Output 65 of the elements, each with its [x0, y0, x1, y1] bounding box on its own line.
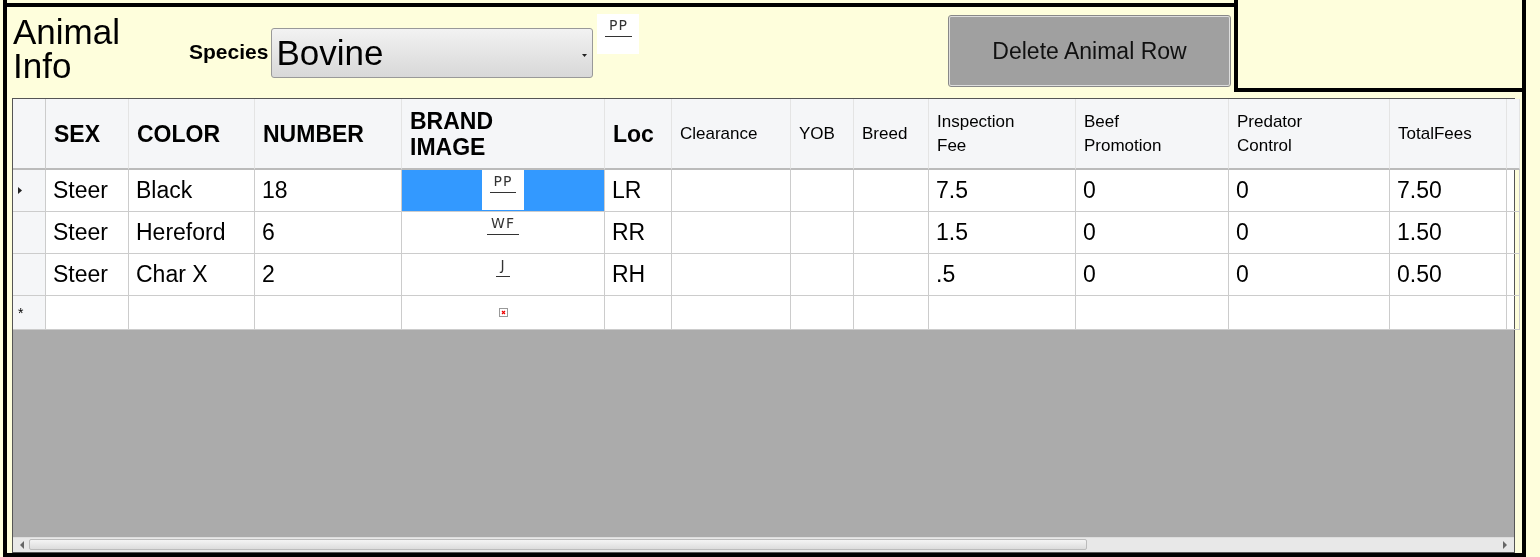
column-header[interactable]: Clearance — [672, 99, 791, 170]
table-cell: Steer — [46, 254, 129, 296]
column-header[interactable]: Beef Promotion — [1076, 99, 1229, 170]
table-cell — [791, 254, 854, 296]
table-cell — [1507, 296, 1520, 330]
table-cell: 6 — [255, 212, 402, 254]
column-header[interactable]: SEX — [46, 99, 129, 170]
column-header[interactable]: COLOR — [129, 99, 255, 170]
table-cell: Black — [129, 170, 255, 212]
panel-title: Animal Info — [13, 15, 121, 83]
row-header[interactable]: * — [13, 296, 46, 330]
scroll-right-icon[interactable] — [1502, 541, 1508, 549]
brand-image: PP — [489, 173, 517, 193]
row-pointer-icon — [18, 187, 22, 194]
new-row-marker: * — [18, 305, 24, 320]
scroll-left-icon[interactable] — [19, 541, 25, 549]
table-cell: .5 — [929, 254, 1076, 296]
table-cell: LR — [605, 170, 672, 212]
row-header[interactable] — [13, 254, 46, 296]
column-header[interactable]: YOB — [791, 99, 854, 170]
row-header[interactable] — [13, 170, 46, 212]
table-cell: 0 — [1229, 254, 1390, 296]
species-dropdown[interactable]: Bovine — [271, 28, 594, 78]
column-header[interactable]: BRAND IMAGE — [402, 99, 605, 170]
column-header[interactable]: TotalFees — [1390, 99, 1507, 170]
delete-row-button[interactable]: Delete Animal Row — [949, 16, 1230, 86]
table-cell: 0.50 — [1390, 254, 1507, 296]
table-cell: Hereford — [129, 212, 255, 254]
species-label: Species — [189, 40, 269, 64]
table-cell — [1507, 254, 1520, 296]
brand-image: J — [496, 257, 510, 277]
table-cell — [791, 170, 854, 212]
table-cell: Char X — [129, 254, 255, 296]
column-header[interactable]: Inspection Fee — [929, 99, 1076, 170]
selected-cell[interactable]: PP — [402, 170, 605, 212]
caret-icon — [582, 53, 588, 57]
table-cell: 0 — [1229, 212, 1390, 254]
table-cell: Steer — [46, 212, 129, 254]
table-cell: Steer — [46, 170, 129, 212]
row-header[interactable] — [13, 212, 46, 254]
table-cell: RH — [605, 254, 672, 296]
brand-image: WF — [487, 215, 519, 235]
table-cell: 1.5 — [929, 212, 1076, 254]
column-header[interactable]: Breed — [854, 99, 929, 170]
table-cell: 7.50 — [1390, 170, 1507, 212]
table-cell: 0 — [1076, 212, 1229, 254]
column-header[interactable]: Predator Control — [1229, 99, 1390, 170]
table-cell — [1507, 170, 1520, 212]
table-cell: 1.50 — [1390, 212, 1507, 254]
corner-header[interactable] — [13, 99, 46, 170]
brand-image: PP — [604, 17, 632, 37]
table-cell — [1507, 212, 1520, 254]
column-header[interactable]: NUMBER — [255, 99, 402, 170]
table-cell: 2 — [255, 254, 402, 296]
table-cell: 0 — [1076, 254, 1229, 296]
broken-image-icon — [498, 308, 508, 317]
horizontal-scrollbar[interactable] — [13, 537, 1514, 552]
table-cell: 7.5 — [929, 170, 1076, 212]
table-cell — [791, 296, 854, 330]
column-header[interactable]: Loc — [605, 99, 672, 170]
table-cell: 0 — [1076, 170, 1229, 212]
table-cell: 0 — [1229, 170, 1390, 212]
table-cell: RR — [605, 212, 672, 254]
table-cell — [791, 212, 854, 254]
scroll-thumb[interactable] — [29, 539, 1087, 550]
